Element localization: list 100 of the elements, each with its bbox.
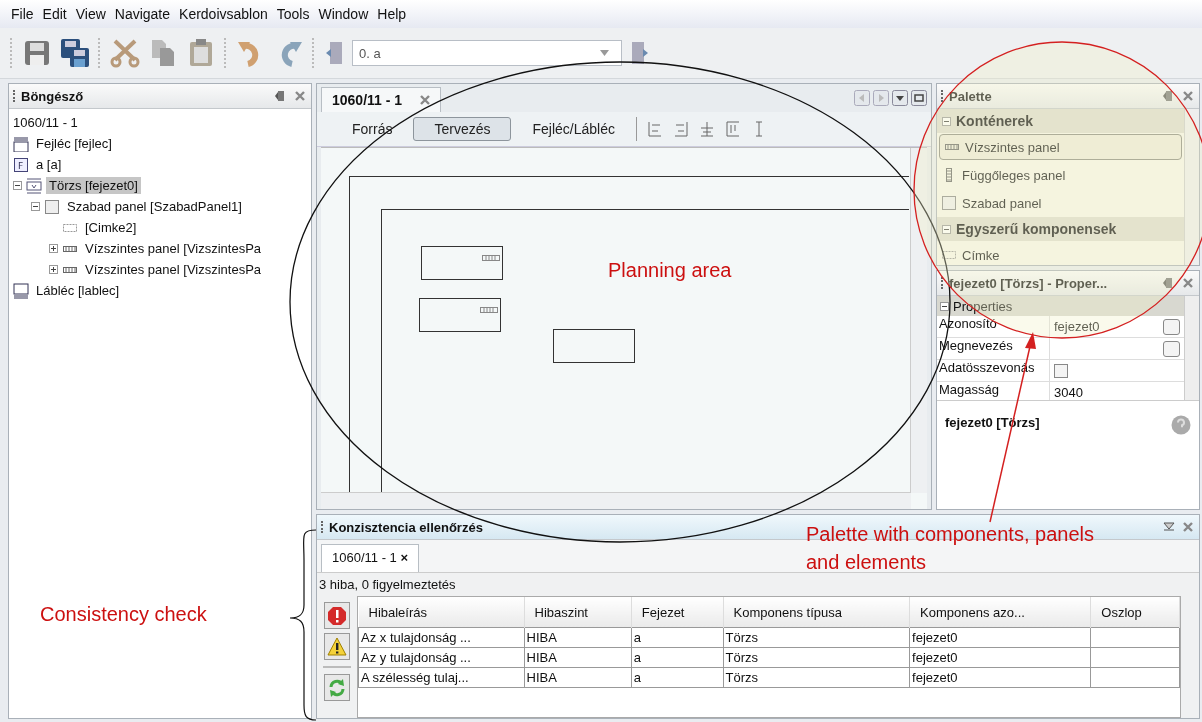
- palette-item[interactable]: Szabad panel: [937, 189, 1184, 217]
- panel-icon: [941, 195, 957, 211]
- error-filter-icon: [327, 605, 347, 626]
- result-tab[interactable]: 1060/11 - 1 ×: [321, 544, 420, 572]
- horizontal-panel-icon: [480, 307, 498, 313]
- save-icon[interactable]: [22, 38, 52, 68]
- close-icon[interactable]: [420, 95, 431, 105]
- tree-item[interactable]: Vízszintes panel [VizszintesPa: [82, 261, 265, 278]
- tree-item[interactable]: [Cimke2]: [82, 219, 140, 236]
- palette-category[interactable]: Egyszerű komponensek: [937, 217, 1184, 241]
- palette-category[interactable]: Konténerek: [937, 109, 1184, 133]
- menu-item[interactable]: Tools: [275, 6, 311, 22]
- column-header[interactable]: Fejezet: [631, 597, 724, 628]
- menu-item[interactable]: Window: [317, 6, 370, 22]
- menu-item[interactable]: Kerdoivsablon: [178, 6, 269, 22]
- close-icon[interactable]: [1183, 278, 1193, 288]
- menu-item[interactable]: File: [10, 6, 35, 22]
- collapse-icon: [942, 116, 951, 126]
- expand-icon[interactable]: [49, 265, 58, 274]
- page-combo[interactable]: 0. a: [352, 40, 622, 66]
- expand-icon[interactable]: [49, 244, 58, 253]
- close-icon[interactable]: [1183, 522, 1193, 532]
- column-header[interactable]: Hibaszint: [524, 597, 632, 628]
- align-bottom-icon[interactable]: [647, 120, 663, 138]
- refresh-button[interactable]: [324, 674, 350, 701]
- table-cell: fejezet0: [909, 667, 1091, 688]
- table-cell: fejezet0: [909, 647, 1091, 668]
- editor-tab[interactable]: 1060/11 - 1: [321, 87, 442, 112]
- tree-item[interactable]: Törzs [fejezet0]: [46, 177, 141, 194]
- warning-filter-icon: [327, 636, 347, 657]
- save-all-icon[interactable]: [60, 38, 90, 68]
- ellipsis-button[interactable]: [1163, 318, 1180, 335]
- collapse-icon[interactable]: [31, 202, 40, 211]
- align-top-icon[interactable]: [725, 120, 741, 138]
- table-cell: Törzs: [723, 627, 910, 648]
- menu-item[interactable]: Edit: [41, 6, 68, 22]
- column-header[interactable]: Komponens azo...: [909, 597, 1091, 628]
- menu-item[interactable]: Navigate: [113, 6, 172, 22]
- view-tab[interactable]: Tervezés: [413, 117, 512, 141]
- refresh-icon: [327, 677, 347, 698]
- palette-item[interactable]: Függőleges panel: [937, 161, 1184, 189]
- column-header[interactable]: Hibaleírás: [358, 597, 524, 628]
- palette-item[interactable]: Címke: [937, 241, 1184, 265]
- scrollbar[interactable]: [1184, 109, 1199, 265]
- dropdown-icon[interactable]: [892, 90, 908, 106]
- property-value[interactable]: 3040: [1054, 385, 1083, 400]
- horizontal-panel-box[interactable]: [419, 298, 501, 332]
- align-bottom-right-icon[interactable]: [673, 120, 689, 138]
- summary-text: 3 hiba, 0 figyelmeztetés: [317, 572, 1199, 596]
- scrollbar[interactable]: [910, 148, 927, 493]
- checkbox[interactable]: [1054, 363, 1068, 378]
- table-cell: Az x tulajdonság ...: [358, 627, 524, 648]
- menu-item[interactable]: View: [74, 6, 107, 22]
- collapse-icon: [940, 301, 949, 311]
- close-icon[interactable]: [295, 91, 305, 101]
- panel-title: Böngésző: [21, 88, 84, 104]
- view-tab[interactable]: Fejléc/Lábléc: [521, 117, 626, 141]
- warning-filter-button[interactable]: [324, 633, 350, 660]
- ellipsis-button[interactable]: [1163, 340, 1180, 357]
- view-tab[interactable]: Forrás: [341, 117, 404, 141]
- tree-item[interactable]: Lábléc [lablec]: [33, 282, 123, 299]
- collapse-icon: [942, 224, 951, 234]
- table-cell: HIBA: [524, 627, 632, 648]
- annotation-text: Consistency check: [40, 602, 207, 626]
- menu-item[interactable]: Help: [376, 6, 408, 22]
- table-cell: a: [631, 627, 724, 648]
- scrollbar[interactable]: [321, 492, 911, 509]
- tree-item[interactable]: Vízszintes panel [VizszintesPa: [82, 240, 265, 257]
- table-cell: Törzs: [723, 647, 910, 668]
- column-header[interactable]: Oszlop: [1090, 597, 1180, 628]
- table-cell: a: [631, 647, 724, 668]
- error-filter-button[interactable]: [324, 602, 350, 629]
- palette-item[interactable]: Vízszintes panel: [939, 134, 1182, 160]
- table-cell: HIBA: [524, 667, 632, 688]
- tree-root[interactable]: 1060/11 - 1: [13, 113, 307, 133]
- tree-item[interactable]: Szabad panel [SzabadPanel1]: [64, 198, 245, 215]
- collapse-icon[interactable]: [13, 181, 22, 190]
- scrollbar[interactable]: [1184, 296, 1199, 400]
- column-header[interactable]: Komponens típusa: [723, 597, 910, 628]
- tree-item[interactable]: a [a]: [33, 156, 65, 173]
- pin-icon[interactable]: [1163, 90, 1175, 102]
- help-icon[interactable]: [1171, 415, 1191, 435]
- pin-icon[interactable]: [275, 90, 287, 102]
- horizontal-panel-box[interactable]: [421, 246, 503, 280]
- minimize-icon[interactable]: [1163, 521, 1175, 533]
- align-center-icon[interactable]: [699, 120, 715, 138]
- label-box[interactable]: [553, 329, 635, 363]
- close-icon[interactable]: ×: [400, 550, 409, 565]
- scissors-icon[interactable]: [110, 38, 140, 68]
- annotation-text: Palette with components, panels and elements: [806, 522, 1095, 575]
- footer-icon: [13, 282, 29, 299]
- close-icon[interactable]: [1183, 91, 1193, 101]
- panel-title: Palette: [949, 88, 992, 104]
- maximize-icon[interactable]: [911, 90, 927, 106]
- table-cell: Törzs: [723, 667, 910, 688]
- pin-icon[interactable]: [1163, 277, 1175, 289]
- horizontal-panel-icon: [482, 255, 500, 261]
- scroll-left-icon[interactable]: [854, 90, 870, 106]
- tree-item[interactable]: Fejléc [fejlec]: [33, 135, 115, 152]
- property-value[interactable]: fejezet0: [1054, 319, 1100, 334]
